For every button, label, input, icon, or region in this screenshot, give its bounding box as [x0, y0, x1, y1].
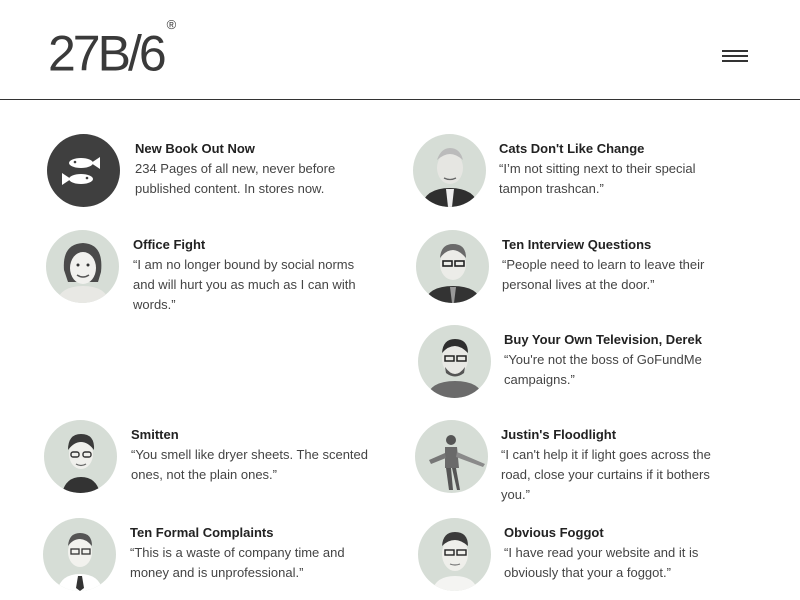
- menu-line: [722, 55, 748, 57]
- menu-line: [722, 60, 748, 62]
- item-description: “You're not the boss of GoFundMe campaig…: [504, 352, 702, 387]
- item-description: “You smell like dryer sheets. The scente…: [131, 447, 369, 482]
- portrait-avatar: [44, 420, 117, 493]
- item-description: “This is a waste of company time and mon…: [130, 545, 345, 580]
- portrait-avatar: [416, 230, 489, 303]
- portrait-avatar: [418, 518, 491, 591]
- item-title[interactable]: Justin's Floodlight: [501, 426, 741, 443]
- logo-text: 27B/6: [48, 25, 167, 82]
- portrait-avatar: [418, 325, 491, 398]
- portrait-avatar: [415, 420, 488, 493]
- item-title[interactable]: Cats Don't Like Change: [499, 140, 739, 157]
- fish-icon: [47, 134, 120, 207]
- item-description: 234 Pages of all new, never before publi…: [135, 161, 336, 196]
- item-title[interactable]: Smitten: [131, 426, 371, 443]
- hamburger-menu-icon[interactable]: [722, 50, 752, 68]
- item-description: “I’m not sitting next to their special t…: [499, 161, 696, 196]
- item-description: “I can't help it if light goes across th…: [501, 447, 711, 502]
- item-title[interactable]: Buy Your Own Television, Derek: [504, 331, 744, 348]
- portrait-avatar: [413, 134, 486, 207]
- portrait-avatar: [43, 518, 116, 591]
- item-description: “I am no longer bound by social norms an…: [133, 257, 356, 312]
- item-description: “People need to learn to leave their per…: [502, 257, 705, 292]
- item-title[interactable]: New Book Out Now: [135, 140, 375, 157]
- item-title[interactable]: Office Fight: [133, 236, 373, 253]
- item-title[interactable]: Ten Interview Questions: [502, 236, 742, 253]
- item-title[interactable]: Obvious Foggot: [504, 524, 744, 541]
- registered-mark: ®: [166, 17, 177, 32]
- item-title[interactable]: Ten Formal Complaints: [130, 524, 370, 541]
- portrait-avatar: [46, 230, 119, 303]
- item-description: “I have read your website and it is obvi…: [504, 545, 699, 580]
- menu-line: [722, 50, 748, 52]
- site-header: 27B/6®: [0, 0, 800, 100]
- site-logo[interactable]: 27B/6®: [48, 17, 176, 82]
